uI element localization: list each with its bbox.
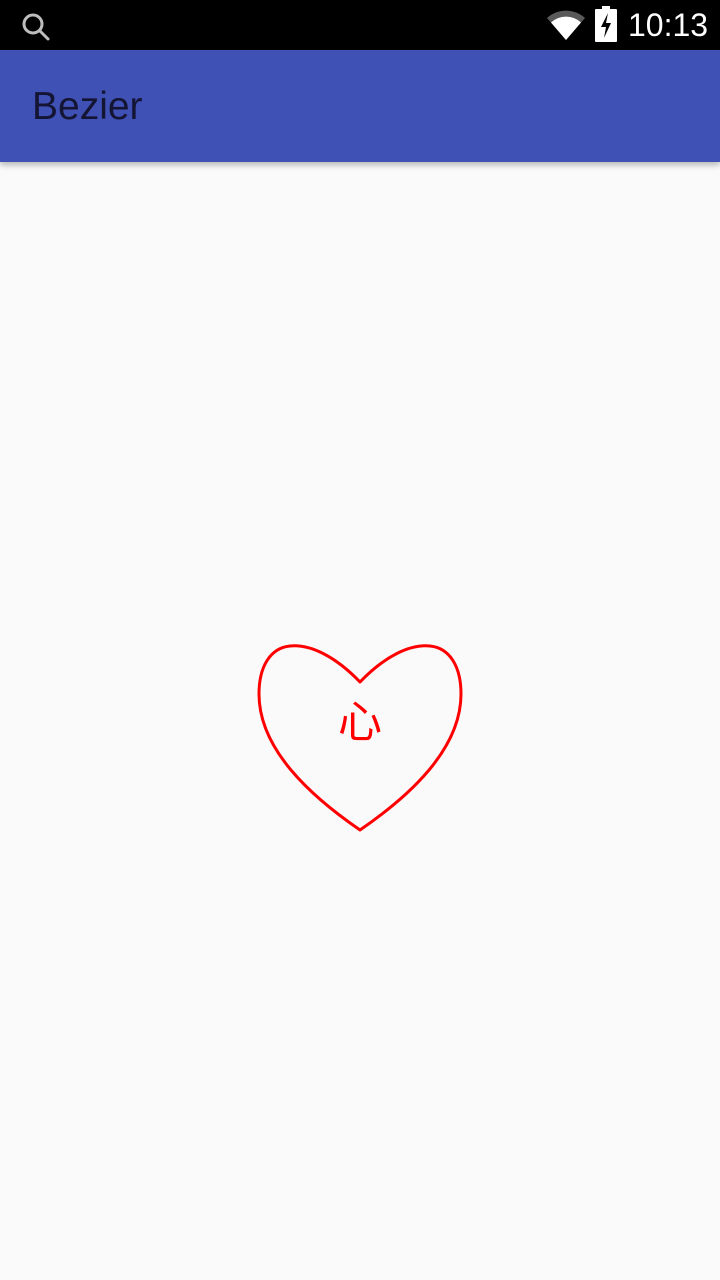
battery-charging-icon [595, 6, 617, 42]
wifi-icon [547, 10, 585, 40]
status-time: 10:13 [628, 7, 709, 43]
screen: 10:13 Bezier 心 [0, 0, 720, 1280]
heart-label: 心 [338, 697, 382, 748]
status-bar: 10:13 [0, 0, 720, 50]
app-bar: Bezier [0, 50, 720, 162]
search-icon [22, 13, 50, 41]
app-title: Bezier [32, 85, 143, 128]
bezier-canvas: 心 [0, 162, 720, 1280]
